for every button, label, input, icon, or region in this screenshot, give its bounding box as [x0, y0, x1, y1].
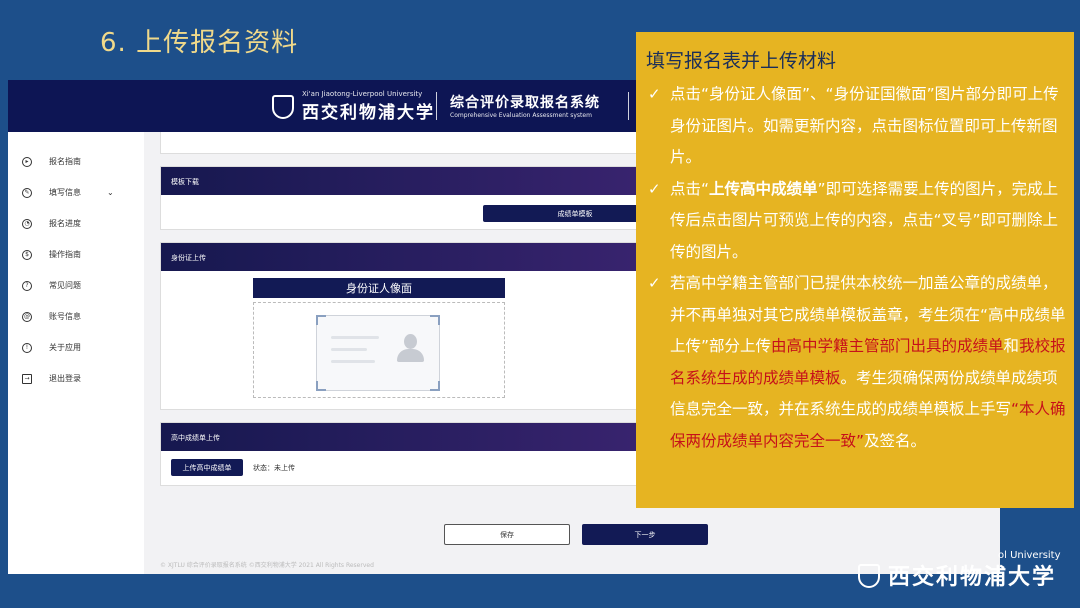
- sidebar-item-label: 报名指南: [49, 157, 81, 166]
- check-icon: ✓: [648, 85, 661, 103]
- guide-icon: ▸: [22, 156, 32, 167]
- instruction-item: ✓ 点击“身份证人像面”、“身份证国徽面”图片部分即可上传身份证图片。如需更新内…: [644, 79, 1066, 174]
- edit-icon: ✎: [22, 187, 32, 198]
- system-title-cn: 综合评价录取报名系统: [450, 95, 600, 111]
- system-title: 综合评价录取报名系统 Comprehensive Evaluation Asse…: [450, 92, 600, 119]
- copyright-text: © XJTLU 综合评价录取报名系统 ©西交利物浦大学 2021 All Rig…: [160, 562, 374, 569]
- progress-icon: ◔: [22, 218, 32, 229]
- info-icon: !: [22, 342, 32, 353]
- account-icon: @: [22, 311, 32, 322]
- sidebar-item-account[interactable]: @ 账号信息: [8, 301, 144, 332]
- sidebar-item-fill-info[interactable]: ✎ 填写信息 ⌄: [8, 177, 144, 208]
- next-button[interactable]: 下一步: [582, 524, 708, 545]
- footer-university-logo: ol University 西交利物浦大学: [858, 550, 1061, 591]
- check-icon: ✓: [648, 179, 661, 198]
- idcard-front-upload[interactable]: [253, 302, 505, 398]
- sidebar-item-label: 常见问题: [49, 281, 81, 290]
- save-button[interactable]: 保存: [444, 524, 570, 545]
- footer-university-name-cn: 西交利物浦大学: [888, 564, 1057, 590]
- instruction-item: ✓ 若高中学籍主管部门已提供本校统一加盖公章的成绩单，并不再单独对其它成绩单模板…: [644, 268, 1066, 457]
- sidebar-item-label: 操作指南: [49, 250, 81, 259]
- sidebar-item-label: 填写信息: [49, 188, 81, 197]
- crest-icon: [272, 94, 294, 119]
- callout-title: 填写报名表并上传材料: [646, 50, 837, 72]
- university-logo: Xi'an Jiaotong-Liverpool University 西交利物…: [272, 90, 435, 123]
- help-icon: ?: [22, 280, 32, 291]
- university-name-en: Xi'an Jiaotong-Liverpool University: [302, 90, 423, 98]
- header-divider: [628, 92, 629, 120]
- sidebar-item-operation[interactable]: $ 操作指南: [8, 239, 144, 270]
- operation-icon: $: [22, 249, 32, 260]
- idcard-placeholder-icon: [316, 315, 440, 391]
- header-divider: [436, 92, 437, 120]
- check-icon: ✓: [648, 274, 661, 292]
- sidebar-item-guide[interactable]: ▸ 报名指南: [8, 146, 144, 177]
- sidebar-item-label: 退出登录: [49, 374, 81, 383]
- system-title-en: Comprehensive Evaluation Assessment syst…: [450, 112, 592, 119]
- sidebar-item-faq[interactable]: ? 常见问题: [8, 270, 144, 301]
- person-icon: [395, 334, 425, 364]
- sidebar: ▸ 报名指南 ✎ 填写信息 ⌄ ◔ 报名进度 $ 操作指南 ? 常见问题 @ 账号信息 ! 关于…: [8, 132, 144, 574]
- instruction-callout: 填写报名表并上传材料 ✓ 点击“身份证人像面”、“身份证国徽面”图片部分即可上传…: [636, 32, 1074, 508]
- sidebar-item-about[interactable]: ! 关于应用: [8, 332, 144, 363]
- slide-title: 6. 上传报名资料: [100, 28, 299, 58]
- crest-icon: [858, 564, 880, 588]
- chevron-down-icon[interactable]: ⌄: [107, 188, 114, 197]
- upload-transcript-button[interactable]: 上传高中成绩单: [171, 459, 243, 476]
- sidebar-item-label: 关于应用: [49, 343, 81, 352]
- sidebar-item-logout[interactable]: → 退出登录: [8, 363, 144, 394]
- upload-status: 状态：未上传: [253, 464, 295, 472]
- sidebar-item-label: 账号信息: [49, 312, 81, 321]
- sidebar-item-label: 报名进度: [49, 219, 81, 228]
- university-name-cn: 西交利物浦大学: [302, 103, 435, 123]
- sidebar-item-progress[interactable]: ◔ 报名进度: [8, 208, 144, 239]
- instruction-item: ✓ 点击“上传高中成绩单”即可选择需要上传的图片，完成上传后点击图片可预览上传的…: [644, 174, 1066, 269]
- idcard-front-label: 身份证人像面: [253, 278, 505, 298]
- logout-icon: →: [22, 373, 32, 384]
